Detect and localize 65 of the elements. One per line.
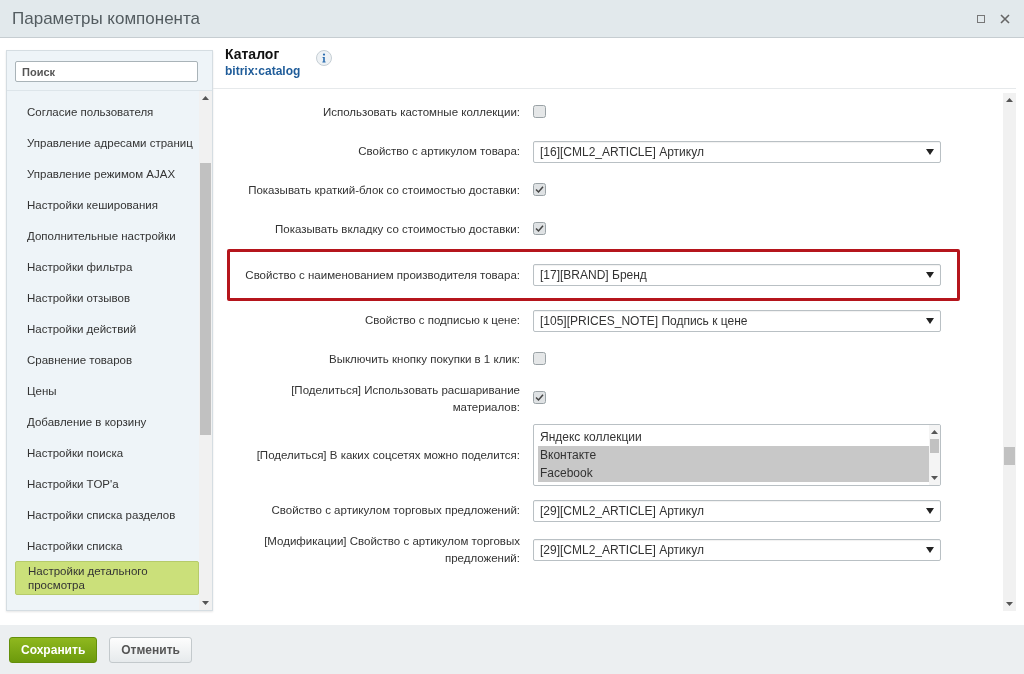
sidebar-item[interactable]: Настройки списка <box>15 530 199 561</box>
checkbox[interactable] <box>533 221 546 235</box>
checkbox[interactable] <box>533 351 546 365</box>
scroll-down-icon[interactable] <box>931 476 938 480</box>
scroll-thumb[interactable] <box>200 163 211 435</box>
dropdown[interactable]: [105][PRICES_NOTE] Подпись к цене <box>533 309 941 332</box>
scrollbar[interactable] <box>199 91 212 610</box>
window-title: Параметры компонента <box>12 8 202 29</box>
checkbox[interactable] <box>533 182 546 196</box>
dropdown[interactable]: [17][BRAND] Бренд <box>533 264 941 286</box>
sidebar-item[interactable]: Настройки списка разделов <box>15 499 199 530</box>
sidebar-item[interactable]: Настройки отзывов <box>15 282 199 313</box>
list-option[interactable]: Яндекс коллекции <box>538 428 929 446</box>
scroll-down-icon[interactable] <box>202 601 209 605</box>
search-field[interactable]: Поиск <box>15 61 198 82</box>
sidebar-item[interactable]: Настройки действий <box>15 313 199 344</box>
checkbox[interactable] <box>533 391 546 404</box>
sidebar-item[interactable]: Согласие пользователя <box>15 96 199 127</box>
setting-label: [Модификации] Свойство с артикулом торговых предложений: <box>263 534 520 566</box>
dropdown[interactable]: [29][CML2_ARTICLE] Артикул <box>533 539 941 561</box>
scrollbar[interactable] <box>929 425 940 485</box>
setting-label: Свойство с наименованием производителя товара: <box>244 267 520 283</box>
setting-label: [Поделиться] В каких соцсетях можно поделится: <box>255 447 520 463</box>
caret-icon <box>926 317 934 324</box>
sidebar-item[interactable]: Настройки поиска <box>15 437 199 468</box>
scrollbar[interactable] <box>1003 93 1016 611</box>
list-option[interactable]: Вконтакте <box>538 446 929 464</box>
setting-label: Показывать вкладку со стоимостью доставки: <box>274 222 520 237</box>
setting-label: Выключить кнопку покупки в 1 клик: <box>328 352 520 367</box>
scroll-up-icon[interactable] <box>1006 98 1013 102</box>
scroll-thumb[interactable] <box>1004 447 1015 465</box>
info-icon[interactable] <box>316 50 333 66</box>
sidebar-item[interactable]: Управление режимом AJAX <box>15 158 199 189</box>
list-option[interactable]: Facebook <box>538 464 929 482</box>
cancel-button[interactable]: Отменить <box>109 636 192 663</box>
sidebar-item[interactable]: Настройки детального просмотра <box>15 561 199 595</box>
sidebar-item[interactable]: Дополнительные настройки <box>15 220 199 251</box>
setting-label: Показывать краткий-блок со стоимостью доставки: <box>247 183 520 198</box>
close-icon[interactable] <box>998 11 1012 26</box>
setting-label: Свойство с подписью к цене: <box>364 313 520 328</box>
setting-label: Свойство с артикулом торговых предложений: <box>270 503 520 518</box>
dropdown[interactable]: [16][CML2_ARTICLE] Артикул <box>533 140 941 163</box>
scroll-up-icon[interactable] <box>931 430 938 434</box>
caret-icon <box>926 272 934 278</box>
scroll-up-icon[interactable] <box>202 96 209 100</box>
caret-icon <box>926 507 934 514</box>
sidebar-item[interactable]: Цены <box>15 375 199 406</box>
caret-icon <box>926 547 934 553</box>
sidebar-item[interactable]: Управление адресами страниц <box>15 127 199 158</box>
checkbox[interactable] <box>533 104 546 118</box>
setting-label: Свойство с артикулом товара: <box>357 144 520 159</box>
component-code: bitrix:catalog <box>225 64 301 78</box>
scroll-thumb[interactable] <box>930 439 939 453</box>
caret-icon <box>926 148 934 155</box>
list-box[interactable]: Яндекс коллекции Вконтакте Facebook <box>533 424 941 486</box>
component-title: Каталог <box>225 46 281 62</box>
sidebar-item[interactable]: Сравнение товаров <box>15 344 199 375</box>
dropdown[interactable]: [29][CML2_ARTICLE] Артикул <box>533 499 941 522</box>
setting-label: Использовать кастомные коллекции: <box>321 105 520 120</box>
sidebar-item[interactable]: Добавление в корзину <box>15 406 199 437</box>
setting-label: [Поделиться] Использовать расшаривание материалов: <box>290 383 520 415</box>
sidebar-item[interactable]: Настройки TOP'a <box>15 468 199 499</box>
scroll-down-icon[interactable] <box>1006 602 1013 606</box>
sidebar-item[interactable]: Настройки кеширования <box>15 189 199 220</box>
sidebar-item[interactable]: Настройки фильтра <box>15 251 199 282</box>
